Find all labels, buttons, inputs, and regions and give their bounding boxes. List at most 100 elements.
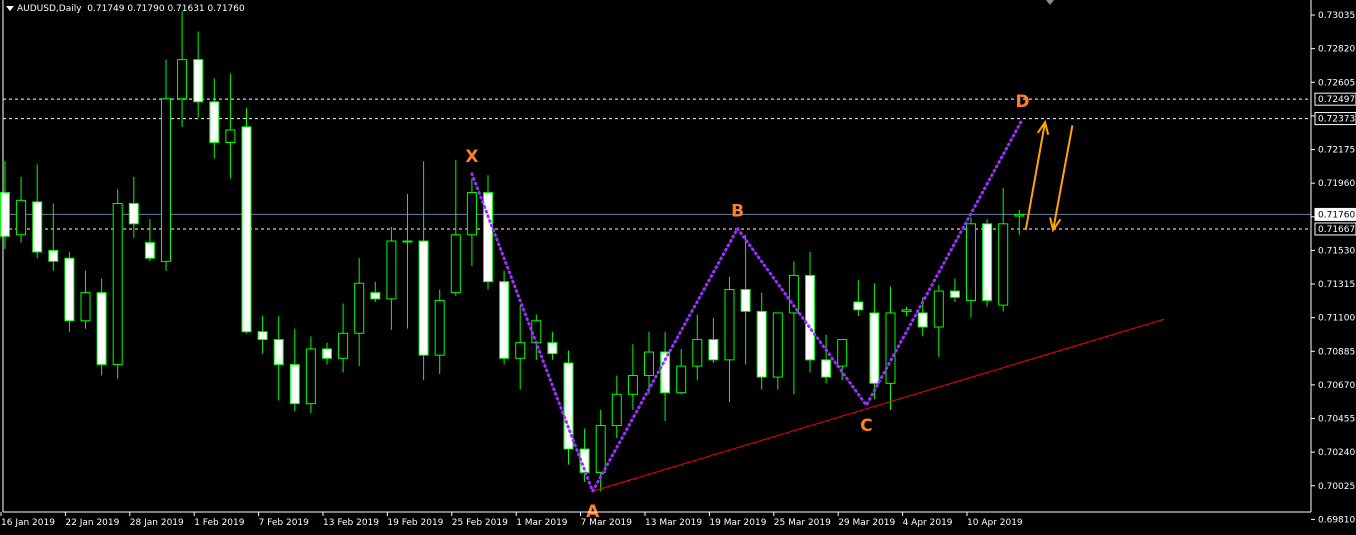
y-tick-label: 0.70240 [1318, 448, 1355, 458]
y-tick-label: 0.71315 [1318, 280, 1355, 290]
price-level-tag-label: 0.71667 [1318, 225, 1355, 235]
pattern-point-label-x: X [465, 147, 478, 167]
bull-candle-body [1014, 213, 1025, 217]
candle [418, 161, 429, 381]
bear-candle-body [708, 339, 719, 361]
candle [96, 278, 107, 376]
x-tick-label: 16 Jan 2019 [1, 518, 55, 528]
candle [563, 350, 574, 465]
candle [611, 375, 622, 439]
bull-candle-body [305, 348, 316, 405]
candle [289, 328, 300, 412]
candle [949, 278, 960, 303]
bull-candle-body [837, 339, 848, 367]
y-tick-label: 0.72175 [1318, 146, 1355, 156]
y-tick-label: 0.69810 [1318, 515, 1355, 525]
bull-candle-body [225, 129, 236, 143]
bear-candle-body [805, 274, 815, 361]
bear-candle-body [499, 281, 510, 359]
y-tick-label: 0.70885 [1318, 347, 1355, 357]
candle [483, 175, 493, 290]
candle [885, 286, 896, 410]
ohlc-readout: 0.71749 0.71790 0.71631 0.71760 [87, 4, 245, 14]
candle [338, 303, 349, 373]
chart-area[interactable]: XABCD 0.730350.728200.726050.723900.7217… [0, 0, 1356, 531]
candle [547, 331, 558, 360]
candle [708, 317, 719, 363]
bull-candle-body [966, 223, 976, 301]
bull-candle-body [161, 98, 171, 262]
candle [434, 289, 445, 374]
candle [193, 31, 204, 118]
bull-candle-body [402, 240, 413, 243]
y-tick-label: 0.73035 [1318, 11, 1355, 21]
bull-candle-body [595, 425, 606, 473]
chart-shift-marker-icon[interactable] [1046, 0, 1054, 5]
bull-candle-body [515, 342, 526, 359]
bear-candle-body [370, 292, 381, 300]
x-tick-label: 19 Mar 2019 [709, 518, 766, 528]
bear-candle-body [756, 310, 767, 378]
bear-candle-body [257, 331, 268, 341]
candlestick-chart[interactable]: XABCD 0.730350.728200.726050.723900.7217… [0, 0, 1356, 531]
bull-candle-body [627, 375, 638, 395]
candle [821, 334, 832, 384]
price-level-tag-label: 0.71760 [1318, 210, 1355, 220]
candle [933, 284, 944, 357]
candle [257, 316, 268, 354]
candle [0, 161, 10, 249]
y-tick-label: 0.70025 [1318, 482, 1355, 492]
candle [16, 176, 27, 243]
candle [788, 261, 799, 395]
price-level-tag-label: 0.72373 [1318, 115, 1355, 125]
y-tick-label: 0.70670 [1318, 381, 1355, 391]
y-tick-label: 0.71530 [1318, 246, 1355, 256]
bear-candle-body [48, 249, 59, 262]
bear-candle-body [273, 339, 284, 366]
bear-candle-body [322, 348, 332, 359]
bull-candle-body [80, 292, 91, 322]
candle [209, 78, 220, 159]
candle [724, 276, 735, 403]
candle [966, 217, 976, 318]
bull-candle-body [611, 393, 622, 427]
bull-candle-body [386, 240, 397, 300]
dropdown-arrow-icon[interactable] [6, 6, 14, 11]
candle [515, 305, 526, 390]
bear-candle-body [853, 301, 864, 311]
candle [676, 348, 687, 395]
bull-candle-body [434, 299, 445, 356]
candle [177, 11, 188, 127]
bear-candle-body [949, 290, 960, 298]
candle [853, 280, 864, 317]
candle [273, 316, 284, 401]
y-tick-label: 0.71960 [1318, 179, 1355, 189]
bull-candle-body [885, 312, 896, 384]
bull-candle-body [644, 351, 654, 377]
x-tick-label: 25 Mar 2019 [774, 518, 831, 528]
candle [305, 336, 316, 414]
bull-candle-body [933, 290, 944, 328]
candle [982, 219, 993, 307]
bear-candle-body [289, 364, 300, 405]
bear-candle-body [193, 59, 204, 103]
x-tick-label: 7 Mar 2019 [581, 518, 633, 528]
x-tick-label: 13 Mar 2019 [645, 518, 702, 528]
x-tick-label: 29 Mar 2019 [838, 518, 895, 528]
candle [64, 251, 75, 332]
candle [112, 189, 123, 379]
bear-candle-body [128, 202, 139, 225]
candle [241, 108, 252, 334]
candle [386, 226, 397, 331]
candle [225, 73, 236, 179]
y-tick-label: 0.70455 [1318, 415, 1355, 425]
bear-candle-body [982, 223, 993, 301]
bear-candle-body [64, 257, 75, 322]
bear-candle-body [547, 342, 558, 355]
candle [80, 270, 91, 329]
bear-candle-body [740, 288, 751, 312]
x-tick-label: 28 Jan 2019 [130, 518, 184, 528]
candle [869, 283, 880, 399]
candle [660, 331, 671, 421]
bull-candle-body [466, 192, 477, 236]
